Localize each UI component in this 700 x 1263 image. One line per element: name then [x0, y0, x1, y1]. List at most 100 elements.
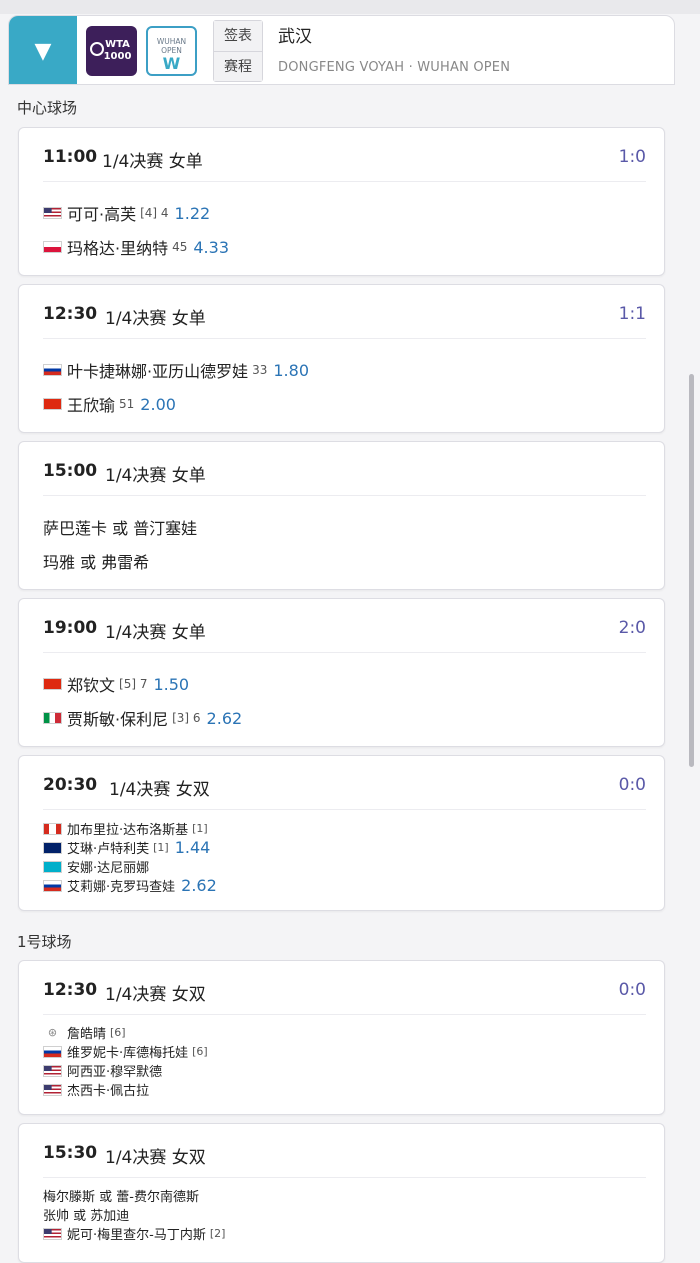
new-zealand-flag-icon: [43, 841, 62, 854]
player-row[interactable]: 王欣瑜 51 2.00: [43, 387, 664, 421]
tournament-subtitle: DONGFENG VOYAH · WUHAN OPEN: [278, 60, 511, 75]
player-name: 萨巴莲卡 或 普汀塞娃: [43, 519, 198, 538]
match-round: 1/4决赛 女双: [109, 780, 210, 800]
player-name: 维罗妮卡·库德梅托娃: [67, 1046, 189, 1061]
match-header: 19:00 1/4决赛 女单 2:0: [43, 599, 646, 653]
match-time: 15:00: [43, 461, 98, 481]
china-flag-icon: [43, 678, 62, 690]
match-card[interactable]: 20:30 1/4决赛 女双 0:0 加布里拉·达布洛斯基 [1] 艾琳·卢特利…: [18, 755, 665, 911]
italy-flag-icon: [43, 712, 62, 724]
player-row[interactable]: 杰西卡·佩古拉: [43, 1080, 664, 1099]
player-name: 叶卡捷琳娜·亚历山德罗娃: [67, 362, 249, 381]
player-name: 安娜·达尼丽娜: [67, 861, 150, 876]
view-tabs: 签表 赛程: [213, 20, 263, 82]
match-time: 12:30: [43, 980, 98, 1000]
match-round: 1/4决赛 女双: [105, 1148, 206, 1168]
player-seed: 45: [172, 240, 188, 254]
tab-draw[interactable]: 签表: [214, 21, 262, 51]
player-name: 王欣瑜: [67, 396, 116, 415]
player-name: 阿西亚·穆罕默德: [67, 1065, 163, 1080]
scrollbar-thumb[interactable]: [689, 374, 694, 767]
player-row[interactable]: 维罗妮卡·库德梅托娃 [6]: [43, 1042, 664, 1061]
player-odds: 2.00: [140, 394, 176, 414]
match-card[interactable]: 15:30 1/4决赛 女双 梅尔滕斯 或 蕾-费尔南德斯 张帅 或 苏加迪 妮…: [18, 1123, 665, 1263]
player-row[interactable]: 可可·高芙 [4] 4 1.22: [43, 196, 664, 230]
court-heading: 1号球场: [17, 933, 72, 951]
kazakhstan-flag-icon: [43, 860, 62, 873]
usa-flag-icon: [43, 207, 62, 219]
match-card[interactable]: 12:30 1/4决赛 女双 0:0 ⊛ 詹皓晴 [6] 维罗妮卡·库德梅托娃 …: [18, 960, 665, 1115]
match-round: 1/4决赛 女单: [105, 466, 206, 486]
match-score: 2:0: [618, 618, 646, 638]
match-time: 11:00: [43, 147, 98, 167]
wuhan-w-mark-icon: W: [162, 54, 181, 73]
match-time: 20:30: [43, 775, 98, 795]
match-score: 1:0: [618, 147, 646, 167]
match-card[interactable]: 12:30 1/4决赛 女单 1:1 叶卡捷琳娜·亚历山德罗娃 33 1.80 …: [18, 284, 665, 433]
match-header: 15:00 1/4决赛 女单: [43, 442, 646, 496]
match-time: 15:30: [43, 1143, 98, 1163]
player-seed: [3] 6: [172, 711, 201, 725]
match-time: 12:30: [43, 304, 98, 324]
player-name: 贾斯敏·保利尼: [67, 710, 169, 729]
taiwan-badge-icon: ⊛: [43, 1026, 62, 1039]
player-seed: [1]: [192, 822, 208, 835]
player-row[interactable]: 叶卡捷琳娜·亚历山德罗娃 33 1.80: [43, 353, 664, 387]
player-name: 张帅 或 苏加迪: [43, 1209, 130, 1224]
player-odds: 1.22: [174, 203, 211, 223]
poland-flag-icon: [43, 241, 62, 253]
china-flag-icon: [43, 398, 62, 410]
player-row[interactable]: 阿西亚·穆罕默德: [43, 1061, 664, 1080]
player-row[interactable]: 梅尔滕斯 或 蕾-费尔南德斯: [43, 1186, 664, 1205]
match-round: 1/4决赛 女单: [102, 152, 203, 172]
match-card[interactable]: 19:00 1/4决赛 女单 2:0 郑钦文 [5] 7 1.50 贾斯敏·保利…: [18, 598, 665, 747]
wta-1000-logo: WTA 1000: [86, 26, 137, 76]
player-seed: [1]: [153, 841, 169, 854]
player-name: 杰西卡·佩古拉: [67, 1084, 150, 1099]
player-name: 玛格达·里纳特: [67, 239, 169, 258]
player-seed: [6]: [110, 1026, 126, 1039]
team-odds: 2.62: [181, 876, 217, 895]
player-row[interactable]: ⊛ 詹皓晴 [6]: [43, 1023, 664, 1042]
match-card[interactable]: 11:00 1/4决赛 女单 1:0 可可·高芙 [4] 4 1.22 玛格达·…: [18, 127, 665, 276]
top-band: [0, 0, 700, 14]
match-score: 0:0: [618, 980, 646, 1000]
player-seed: [5] 7: [119, 677, 148, 691]
player-name: 郑钦文: [67, 676, 116, 695]
collapse-toggle-icon[interactable]: ▼: [9, 16, 77, 84]
match-header: 15:30 1/4决赛 女双: [43, 1124, 646, 1178]
player-row[interactable]: 加布里拉·达布洛斯基 [1]: [43, 819, 664, 838]
tennis-ball-icon: [90, 42, 104, 56]
usa-flag-icon: [43, 1083, 62, 1096]
match-time: 19:00: [43, 618, 98, 638]
wuhan-open-logo: WUHAN OPEN W: [146, 26, 197, 76]
tab-schedule[interactable]: 赛程: [214, 51, 262, 81]
player-row[interactable]: 艾莉娜·克罗玛查娃 2.62: [43, 876, 664, 895]
court-heading: 中心球场: [17, 99, 78, 117]
player-row[interactable]: 郑钦文 [5] 7 1.50: [43, 667, 664, 701]
player-row[interactable]: 玛雅 或 弗雷希: [43, 544, 664, 578]
player-odds: 1.50: [153, 674, 190, 694]
russia-flag-icon: [43, 1045, 62, 1058]
russia-flag-icon: [43, 364, 62, 376]
player-name: 艾莉娜·克罗玛查娃: [67, 880, 176, 895]
player-name: 加布里拉·达布洛斯基: [67, 823, 189, 838]
tournament-header: ▼ WTA 1000 WUHAN OPEN W 签表 赛程 武汉 DONGFEN…: [8, 15, 675, 85]
match-header: 11:00 1/4决赛 女单 1:0: [43, 128, 646, 182]
wuhan-logo-text: WUHAN OPEN: [156, 37, 187, 55]
russia-flag-icon: [43, 879, 62, 892]
match-card[interactable]: 15:00 1/4决赛 女单 萨巴莲卡 或 普汀塞娃 玛雅 或 弗雷希: [18, 441, 665, 590]
player-row[interactable]: 玛格达·里纳特 45 4.33: [43, 230, 664, 264]
player-row[interactable]: 张帅 或 苏加迪: [43, 1205, 664, 1224]
player-name: 梅尔滕斯 或 蕾-费尔南德斯: [43, 1190, 199, 1205]
player-row[interactable]: 萨巴莲卡 或 普汀塞娃: [43, 510, 664, 544]
player-odds: 2.62: [206, 708, 243, 728]
player-row[interactable]: 贾斯敏·保利尼 [3] 6 2.62: [43, 701, 664, 735]
player-seed: 33: [252, 363, 268, 377]
player-row[interactable]: 安娜·达尼丽娜: [43, 857, 664, 876]
match-header: 12:30 1/4决赛 女单 1:1: [43, 285, 646, 339]
player-odds: 1.80: [273, 360, 309, 380]
player-name: 艾琳·卢特利芙: [67, 842, 150, 857]
player-row[interactable]: 艾琳·卢特利芙 [1] 1.44: [43, 838, 664, 857]
match-header: 20:30 1/4决赛 女双 0:0: [43, 756, 646, 810]
